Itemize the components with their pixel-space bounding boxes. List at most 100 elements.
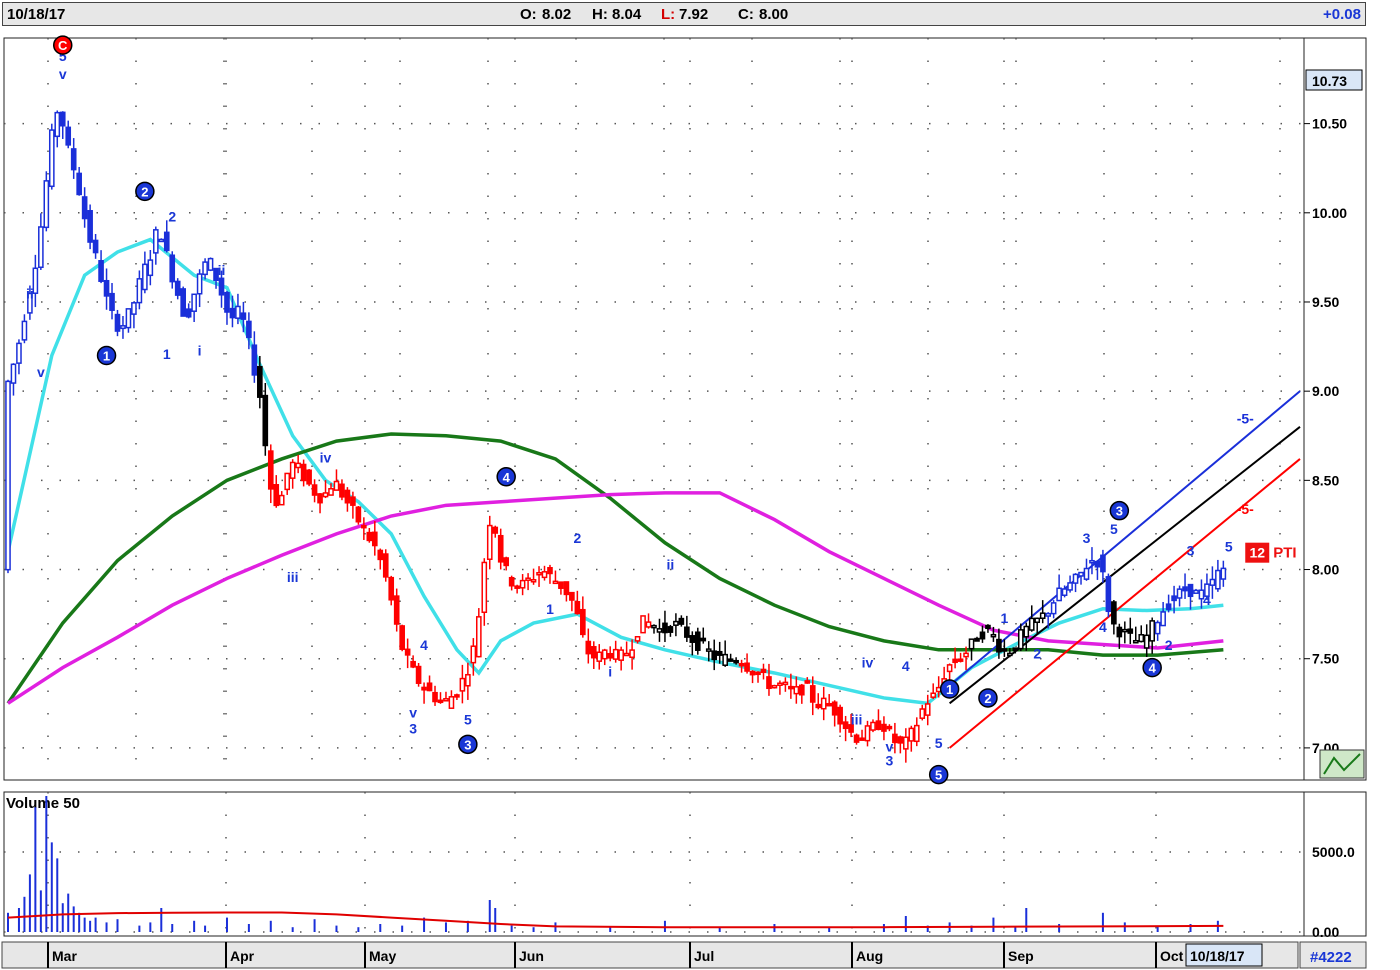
candle-body	[952, 658, 958, 664]
candle-body	[667, 626, 674, 633]
candle-body	[371, 531, 378, 547]
wave-label: 1	[546, 601, 554, 617]
candle-body	[766, 676, 772, 690]
candle-body	[492, 526, 499, 534]
candle-body	[333, 480, 340, 491]
candle-body	[481, 561, 488, 614]
candle-body	[809, 685, 816, 703]
candle-body	[919, 708, 926, 719]
candle-body	[1028, 617, 1035, 631]
candle-body	[196, 273, 203, 295]
candle-body	[1100, 554, 1106, 573]
candle-body	[350, 496, 356, 506]
candle-body	[547, 567, 553, 575]
candle-body	[738, 662, 745, 667]
last-price-value: 10.73	[1312, 73, 1347, 89]
candle-body	[886, 725, 893, 730]
candle-body	[634, 636, 641, 642]
chart-tool-icon[interactable]	[1319, 749, 1365, 779]
wave-label: 4	[420, 637, 428, 653]
candle-body	[859, 737, 865, 741]
candle-body	[673, 620, 679, 626]
candle-body	[585, 640, 592, 655]
candle-body	[98, 260, 104, 282]
candle-body	[596, 651, 603, 662]
candle-body	[525, 577, 531, 581]
candle-body	[1001, 648, 1008, 652]
candle-body	[131, 302, 137, 315]
candle-body	[377, 549, 384, 561]
candle-body	[815, 703, 822, 709]
wave-circle-label: 4	[1149, 661, 1157, 676]
candle-body	[218, 277, 225, 296]
candle-body	[656, 628, 663, 633]
candle-body	[541, 571, 548, 579]
month-label: Sep	[1008, 948, 1034, 964]
candle-body	[908, 727, 915, 742]
candle-body	[207, 257, 214, 271]
candle-body	[486, 524, 493, 560]
candle-body	[793, 686, 800, 695]
candle-body	[289, 461, 296, 479]
candle-body	[240, 312, 247, 320]
candle-body	[760, 668, 767, 674]
candle-body	[224, 291, 230, 313]
pti-label: PTI	[1273, 545, 1296, 562]
candle-body	[421, 686, 427, 691]
candle-body	[1154, 621, 1161, 635]
candle-body	[76, 172, 82, 196]
candle-body	[1023, 625, 1030, 638]
candle-body	[842, 721, 849, 730]
candle-body	[152, 229, 159, 254]
price-chart[interactable]: Mar Apr May Jun Jul Aug Sep Oct10.5010.009.509.…	[0, 0, 1400, 970]
candle-body	[853, 734, 860, 743]
candle-body	[202, 261, 208, 276]
candle-body	[1111, 601, 1117, 625]
month-label: May	[369, 948, 396, 964]
candle-body	[552, 580, 559, 585]
candle-body	[142, 263, 148, 291]
wave-label: 2	[1033, 646, 1041, 662]
candle-body	[191, 293, 197, 312]
candle-body	[262, 394, 269, 447]
candle-body	[689, 635, 696, 643]
wave-label: v	[37, 364, 45, 380]
candle-body	[16, 342, 22, 364]
candle-body	[120, 325, 126, 330]
wave-label: 3	[1187, 542, 1195, 558]
candle-body	[700, 637, 707, 642]
wave-label: 4	[1203, 592, 1211, 608]
candle-body	[48, 129, 55, 188]
candle-body	[1083, 567, 1090, 580]
candle-body	[897, 736, 904, 744]
candle-body	[1012, 647, 1019, 652]
candle-body	[361, 524, 367, 529]
wave-label: 1	[1000, 610, 1008, 626]
date-axis	[1, 941, 1299, 969]
candle-body	[443, 698, 449, 702]
candle-body	[251, 344, 258, 376]
wave-label: ii	[667, 557, 675, 573]
candle-body	[65, 126, 72, 146]
candle-body	[1034, 617, 1041, 624]
candle-body	[163, 231, 170, 252]
candle-body	[59, 111, 66, 127]
candle-body	[722, 653, 728, 666]
wave-circle-label: 4	[503, 470, 511, 485]
candle-body	[246, 320, 252, 339]
candle-body	[536, 571, 542, 576]
volume-panel	[3, 791, 1305, 937]
candle-body	[344, 489, 351, 504]
candle-body	[1132, 639, 1139, 644]
candle-body	[10, 363, 17, 384]
wave-label: iv	[320, 450, 332, 466]
candle-body	[705, 648, 712, 652]
wave-circle-label: 1	[946, 682, 953, 697]
price-panel	[3, 37, 1305, 781]
candle-body	[503, 557, 510, 567]
candle-body	[306, 469, 312, 485]
wave-circle-label: 2	[984, 691, 991, 706]
candle-body	[607, 652, 614, 659]
wave-label: 2	[1165, 637, 1173, 653]
candle-body	[640, 615, 646, 634]
